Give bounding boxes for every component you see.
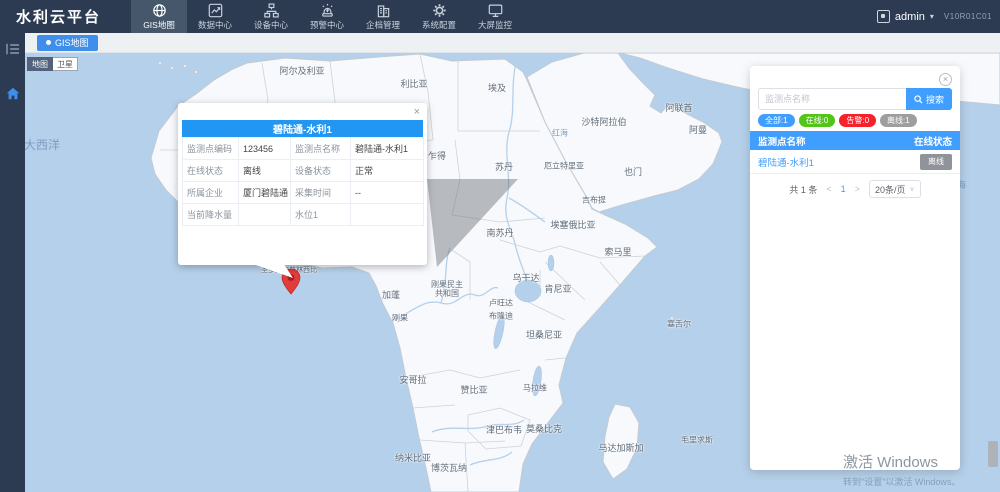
field-value: 碧陆通-水利1 — [351, 138, 424, 160]
field-label: 在线状态 — [183, 160, 239, 182]
nav-item-system-config[interactable]: 系统配置 — [411, 0, 467, 33]
globe-icon — [152, 3, 167, 18]
next-page-button[interactable]: > — [855, 184, 860, 194]
scrollbar-thumb[interactable] — [988, 441, 998, 467]
home-icon[interactable] — [6, 87, 20, 105]
app-logo: 水利云平台 — [0, 6, 131, 27]
prev-page-button[interactable]: < — [826, 184, 831, 194]
page-number[interactable]: 1 — [841, 184, 846, 194]
nav-label: 预警中心 — [310, 19, 344, 31]
monitor-point-link[interactable]: 碧陆通-水利1 — [758, 155, 814, 169]
popup-title: 碧陆通-水利1 — [182, 120, 423, 137]
top-navbar: 水利云平台 GIS地图 数据中心 设备中心 — [0, 0, 1000, 33]
app-window: 水利云平台 GIS地图 数据中心 设备中心 — [0, 0, 1000, 492]
field-label: 水位1 — [291, 204, 351, 226]
tab-label: GIS地图 — [55, 36, 89, 49]
field-value: 离线 — [239, 160, 291, 182]
collapse-menu-icon[interactable] — [6, 42, 20, 60]
header-status: 在线状态 — [914, 134, 952, 148]
nav-label: 数据中心 — [198, 19, 232, 31]
nav-label: 系统配置 — [422, 19, 456, 31]
monitor-list-panel: × 搜索 全部:1 在线:0告警:0 离线:1 监测点名称 在线状态 碧陆通-水利1… — [750, 66, 960, 470]
chevron-down-icon[interactable]: ▾ — [930, 12, 934, 21]
user-menu[interactable]: admin — [895, 11, 925, 23]
list-header: 监测点名称 在线状态 — [750, 131, 960, 150]
tab-bar: GIS地图 — [25, 33, 1000, 53]
nav-item-alert-center[interactable]: 预警中心 — [299, 0, 355, 33]
monitor-point-marker[interactable] — [281, 268, 301, 296]
pagination: 共 1 条 < 1 > 20条/页 ∨ — [750, 179, 960, 199]
nav-label: 企档管理 — [366, 19, 400, 31]
navbar-right: admin ▾ V10R01C01 — [877, 10, 1000, 23]
field-label: 所属企业 — [183, 182, 239, 204]
field-value — [239, 204, 291, 226]
map-type-satellite-button[interactable]: 卫星 — [53, 57, 78, 71]
monitor-icon — [488, 3, 503, 18]
field-value: 正常 — [351, 160, 424, 182]
tab-gis-map[interactable]: GIS地图 — [37, 35, 98, 51]
field-value: 123456 — [239, 138, 291, 160]
tab-dot-icon — [46, 40, 51, 45]
page-size-value: 20条/页 — [875, 183, 906, 196]
field-label: 监测点名称 — [291, 138, 351, 160]
filter-pill[interactable]: 离线:1 — [880, 114, 917, 127]
nav-item-big-screen[interactable]: 大屏监控 — [467, 0, 523, 33]
map-type-map-button[interactable]: 地图 — [27, 57, 53, 71]
filter-pill[interactable]: 全部:1 — [758, 114, 795, 127]
search-row: 搜索 — [758, 88, 952, 110]
field-value: -- — [351, 182, 424, 204]
close-icon[interactable]: × — [939, 73, 952, 86]
field-value: 厦门碧陆通 — [239, 182, 291, 204]
filter-pill[interactable]: 告警:0 — [839, 114, 876, 127]
nav-item-gis-map[interactable]: GIS地图 — [131, 0, 187, 33]
nav-label: 设备中心 — [254, 19, 288, 31]
page-size-select[interactable]: 20条/页 ∨ — [869, 180, 921, 198]
field-value — [351, 204, 424, 226]
nav-item-archive-mgmt[interactable]: 企档管理 — [355, 0, 411, 33]
nav-label: GIS地图 — [143, 19, 175, 31]
field-label: 监测点编码 — [183, 138, 239, 160]
user-avatar-icon — [877, 10, 890, 23]
search-button-label: 搜索 — [926, 93, 944, 106]
alarm-icon — [320, 3, 335, 18]
nav-item-device-center[interactable]: 设备中心 — [243, 0, 299, 33]
status-badge: 离线 — [920, 154, 952, 170]
monitor-point-popup: × 碧陆通-水利1 监测点编码 123456 监测点名称 碧陆通-水利1 在线状… — [178, 103, 427, 265]
total-count: 共 1 条 — [789, 183, 817, 196]
field-label: 采集时间 — [291, 182, 351, 204]
field-label: 当前降水量 — [183, 204, 239, 226]
status-filter-pills: 全部:1 在线:0告警:0 离线:1 — [758, 114, 917, 127]
devices-icon — [264, 3, 279, 18]
popup-detail-table: 监测点编码 123456 监测点名称 碧陆通-水利1 在线状态 离线 设备状态 … — [182, 137, 424, 226]
header-name: 监测点名称 — [758, 134, 806, 148]
version-label: V10R01C01 — [944, 12, 992, 21]
search-icon — [914, 95, 923, 104]
chevron-down-icon: ∨ — [909, 185, 914, 193]
nav-item-data-center[interactable]: 数据中心 — [187, 0, 243, 33]
gear-icon — [432, 3, 447, 18]
main-menu: GIS地图 数据中心 设备中心 预警中心 — [131, 0, 523, 33]
building-icon — [376, 3, 391, 18]
close-icon[interactable]: × — [414, 107, 420, 118]
map-type-control: 地图 卫星 — [27, 57, 78, 71]
left-sidebar — [0, 33, 25, 492]
data-chart-icon — [208, 3, 223, 18]
field-label: 设备状态 — [291, 160, 351, 182]
nav-label: 大屏监控 — [478, 19, 512, 31]
search-input[interactable] — [758, 88, 906, 110]
list-item[interactable]: 碧陆通-水利1 离线 — [750, 150, 960, 174]
filter-pill[interactable]: 在线:0 — [799, 114, 836, 127]
search-button[interactable]: 搜索 — [906, 88, 952, 110]
